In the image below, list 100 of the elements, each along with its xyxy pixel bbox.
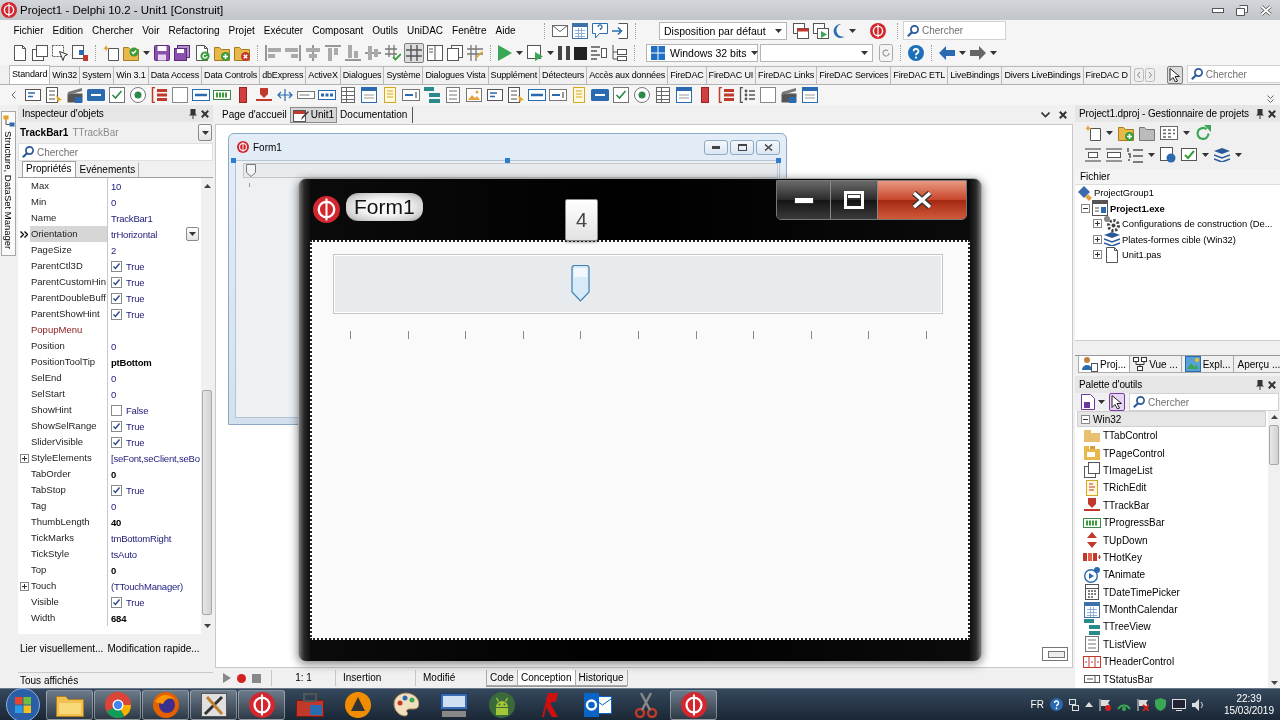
scroll-up-icon[interactable] — [1270, 415, 1278, 419]
page-colors-icon[interactable] — [72, 45, 88, 61]
inspector-tab[interactable]: Evénements — [75, 162, 140, 177]
logo-icon[interactable] — [870, 22, 886, 39]
computer-icon[interactable] — [439, 692, 468, 717]
popup-menu-icon[interactable] — [507, 87, 524, 103]
robot-icon[interactable] — [488, 691, 515, 718]
page-refresh-icon[interactable] — [194, 45, 210, 61]
property-name[interactable]: TabStop — [30, 482, 108, 498]
restore-icon[interactable] — [1236, 4, 1248, 16]
pin-icon[interactable] — [1256, 108, 1264, 119]
component-item[interactable]: TPageControl — [1075, 444, 1268, 462]
minimize-icon[interactable] — [793, 196, 814, 204]
menu-item[interactable]: Composant — [307, 22, 368, 39]
panel-tab[interactable]: Vue ... — [1129, 356, 1182, 373]
property-name[interactable]: TickMarks — [30, 530, 108, 546]
caret-icon[interactable] — [959, 51, 966, 55]
selection-handle[interactable] — [505, 158, 510, 163]
search-field[interactable]: Chercher — [903, 21, 1006, 40]
disc-icon[interactable] — [344, 691, 371, 718]
component-item[interactable]: THotKey — [1075, 548, 1268, 567]
close-icon[interactable] — [201, 109, 209, 118]
floppy-disks-icon[interactable] — [174, 45, 190, 61]
envelope-icon[interactable] — [552, 24, 568, 37]
popup-menu-icon[interactable] — [45, 87, 62, 103]
expand-icon[interactable] — [19, 453, 29, 463]
view-tab[interactable]: Historique — [574, 669, 628, 686]
table-view-icon[interactable] — [1160, 126, 1178, 140]
panel-tab[interactable]: Expl... — [1180, 356, 1235, 373]
record-icon[interactable] — [237, 673, 246, 683]
windows-play-icon[interactable] — [813, 22, 829, 39]
labeled-edit-icon[interactable] — [401, 89, 420, 101]
clock[interactable]: 22:39 15/03/2019 — [1223, 692, 1274, 717]
component-item[interactable]: TImageList — [1075, 461, 1268, 480]
component-item[interactable]: THeaderControl — [1075, 653, 1268, 671]
folder-icon[interactable] — [1139, 125, 1155, 141]
label-icon[interactable] — [527, 89, 546, 101]
caret-icon[interactable] — [1098, 400, 1105, 404]
expand-icon[interactable] — [1093, 219, 1102, 229]
menu-item[interactable]: Chercher — [87, 22, 138, 39]
flag-icon[interactable] — [1098, 698, 1111, 711]
pause-icon[interactable] — [558, 46, 570, 60]
frame-icon[interactable] — [24, 87, 41, 103]
button-group-icon[interactable] — [317, 90, 336, 100]
window-icon[interactable] — [801, 87, 818, 103]
language-indicator[interactable]: FR — [1030, 699, 1044, 710]
folder-plus-icon[interactable] — [214, 45, 230, 61]
radio-button-icon[interactable] — [129, 87, 146, 103]
caret-icon[interactable] — [990, 51, 997, 55]
checkbox[interactable] — [111, 484, 122, 496]
property-name[interactable]: SliderVisible — [30, 434, 108, 450]
property-name[interactable]: Tag — [30, 498, 108, 514]
windows-icon[interactable] — [32, 45, 48, 61]
maximize-button[interactable] — [730, 140, 754, 155]
scroll-bar-icon[interactable] — [238, 87, 247, 103]
checkbox[interactable] — [111, 596, 122, 608]
menu-item[interactable]: Fichier — [9, 22, 48, 39]
editor-tab[interactable]: Unit1 — [289, 106, 338, 123]
speaker-icon[interactable] — [1191, 698, 1204, 711]
frame-icon[interactable] — [486, 87, 503, 103]
close-icon[interactable] — [763, 144, 773, 151]
component-item[interactable]: TTabControl — [1075, 427, 1268, 445]
caret-icon[interactable] — [143, 51, 150, 55]
component-item[interactable]: TTrackBar — [1075, 496, 1268, 514]
property-name[interactable]: ThumbLength — [30, 514, 108, 530]
property-name[interactable]: ParentCtl3D — [30, 258, 108, 274]
component-item[interactable]: TStatusBar — [1075, 670, 1268, 688]
close-button[interactable] — [878, 181, 966, 219]
pin-icon[interactable] — [189, 108, 197, 119]
start-orb-icon[interactable] — [6, 687, 40, 720]
tree-item[interactable]: ProjectGroup1 — [1094, 187, 1154, 199]
selection-handle[interactable] — [231, 158, 236, 163]
help-icon[interactable] — [1049, 698, 1063, 711]
checkbox[interactable] — [111, 292, 122, 304]
menu-item[interactable]: Aide — [491, 22, 520, 39]
browser-icon[interactable] — [104, 691, 131, 718]
caret-icon[interactable] — [775, 28, 782, 33]
caret-icon[interactable] — [1183, 131, 1190, 135]
menu-item[interactable]: Edition — [48, 22, 88, 39]
button-icon[interactable] — [86, 89, 105, 101]
align-right-icon[interactable] — [285, 45, 301, 61]
property-name[interactable]: Max — [30, 178, 108, 194]
expand-icon[interactable] — [1093, 234, 1102, 244]
list-arrows-icon[interactable] — [591, 45, 607, 61]
chevron-down-icon[interactable] — [1041, 111, 1050, 118]
property-name[interactable]: Width — [30, 610, 108, 626]
component-item[interactable]: TListView — [1075, 635, 1268, 654]
taskbar-button[interactable] — [190, 689, 237, 720]
component-item[interactable]: TAnimate — [1075, 566, 1268, 584]
logo-icon[interactable] — [680, 691, 707, 718]
checkbox[interactable] — [111, 276, 122, 288]
form-preview-icon[interactable] — [1042, 647, 1068, 661]
property-name[interactable]: ShowHint — [30, 402, 108, 418]
component-item[interactable]: TRichEdit — [1075, 479, 1268, 497]
taskbar-button[interactable] — [238, 689, 285, 720]
caret-icon[interactable] — [849, 28, 856, 33]
property-name[interactable]: TabOrder — [30, 466, 108, 482]
trackbar-track[interactable] — [333, 254, 943, 314]
mail-app-icon[interactable] — [583, 692, 612, 717]
close-button[interactable] — [756, 140, 780, 155]
